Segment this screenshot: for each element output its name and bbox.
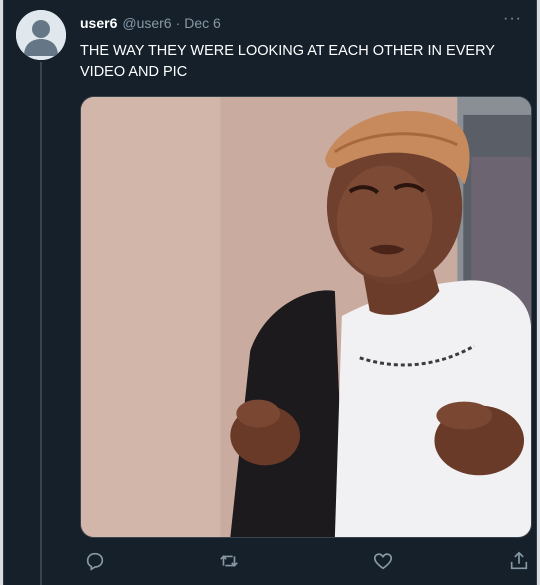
reply-icon	[86, 552, 104, 571]
retweet-icon	[220, 555, 238, 567]
separator-dot: ·	[175, 15, 181, 31]
username[interactable]: user6	[80, 15, 117, 31]
tweet-date[interactable]: Dec 6	[184, 15, 221, 31]
retweet-button[interactable]	[218, 550, 240, 572]
tweet-image[interactable]	[80, 96, 532, 538]
image-content	[81, 97, 531, 537]
like-button[interactable]	[372, 550, 394, 572]
tweet-text: THE WAY THEY WERE LOOKING AT EACH OTHER …	[80, 43, 495, 80]
thread-line	[40, 62, 42, 585]
heart-icon	[373, 553, 393, 570]
share-icon	[510, 551, 528, 570]
tweet-header: user6 @user6 · Dec 6	[80, 13, 522, 33]
tweet-actions	[80, 548, 532, 574]
tweet-card: user6 @user6 · Dec 6 ··· THE WAY THEY WE…	[3, 0, 537, 585]
more-horizontal-icon[interactable]: ···	[503, 11, 522, 27]
share-button[interactable]	[508, 550, 530, 572]
avatar[interactable]	[16, 10, 66, 60]
user-handle[interactable]: @user6	[122, 15, 171, 31]
default-avatar-icon	[16, 10, 66, 60]
reply-button[interactable]	[84, 550, 106, 572]
